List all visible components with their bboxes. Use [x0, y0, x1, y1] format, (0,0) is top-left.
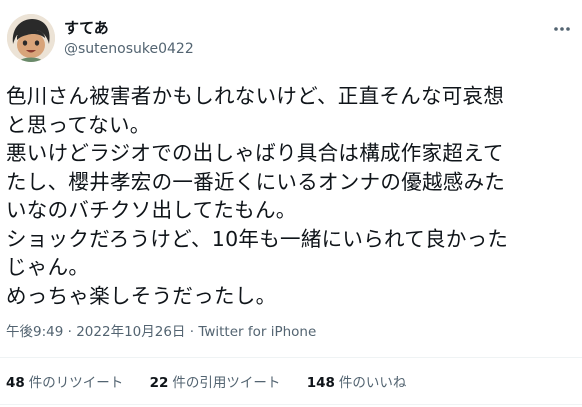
tweet-text-line: たし、櫻井孝宏の一番近くにいるオンナの優越感みた — [6, 169, 506, 194]
retweets-label: 件のリツイート — [28, 375, 124, 391]
quotes-count: 22 — [149, 375, 169, 391]
avatar[interactable] — [7, 14, 55, 62]
tweet-stats: 48 件のリツイート 22 件の引用ツイート 148 件のいいね — [6, 374, 428, 392]
display-name[interactable]: すてあ — [64, 19, 109, 37]
retweets-stat[interactable]: 48 件のリツイート — [6, 374, 123, 392]
tweet-meta: 午後9:49 · 2022年10月26日 · Twitter for iPhon… — [6, 323, 316, 341]
tweet-source[interactable]: Twitter for iPhone — [198, 324, 316, 340]
tweet-text-line: いなのバチクソ出してたもん。 — [6, 198, 297, 222]
tweet-text-line: じゃん。 — [6, 255, 90, 279]
tweet-text-line: ショックだろうけど、10年も一緒にいられて良かった — [6, 226, 509, 251]
divider — [0, 357, 582, 358]
divider — [0, 404, 582, 405]
quotes-label: 件の引用ツイート — [172, 375, 281, 391]
more-horizontal-icon[interactable] — [552, 19, 572, 39]
retweets-count: 48 — [6, 375, 25, 391]
user-handle[interactable]: @sutenosuke0422 — [64, 40, 194, 58]
quotes-stat[interactable]: 22 件の引用ツイート — [150, 374, 281, 392]
tweet-text-line: めっちゃ楽しそうだったし。 — [6, 283, 277, 308]
meta-separator: · — [189, 324, 195, 340]
likes-stat[interactable]: 148 件のいいね — [307, 374, 407, 392]
tweet-time[interactable]: 午後9:49 — [6, 324, 63, 340]
tweet-text-line: 悪いけどラジオでの出しゃばり具合は構成作家超えて — [6, 141, 504, 165]
tweet-text-line: と思ってない。 — [6, 112, 151, 137]
likes-count: 148 — [306, 375, 335, 391]
tweet-text: 色川さん被害者かもしれないけど、正直そんな可哀想 と思ってない。 悪いけどラジオ… — [6, 82, 572, 310]
tweet-date[interactable]: 2022年10月26日 — [76, 324, 185, 340]
tweet-text-line: 色川さん被害者かもしれないけど、正直そんな可哀想 — [6, 84, 505, 108]
meta-separator: · — [67, 324, 72, 340]
likes-label: 件のいいね — [338, 375, 407, 391]
